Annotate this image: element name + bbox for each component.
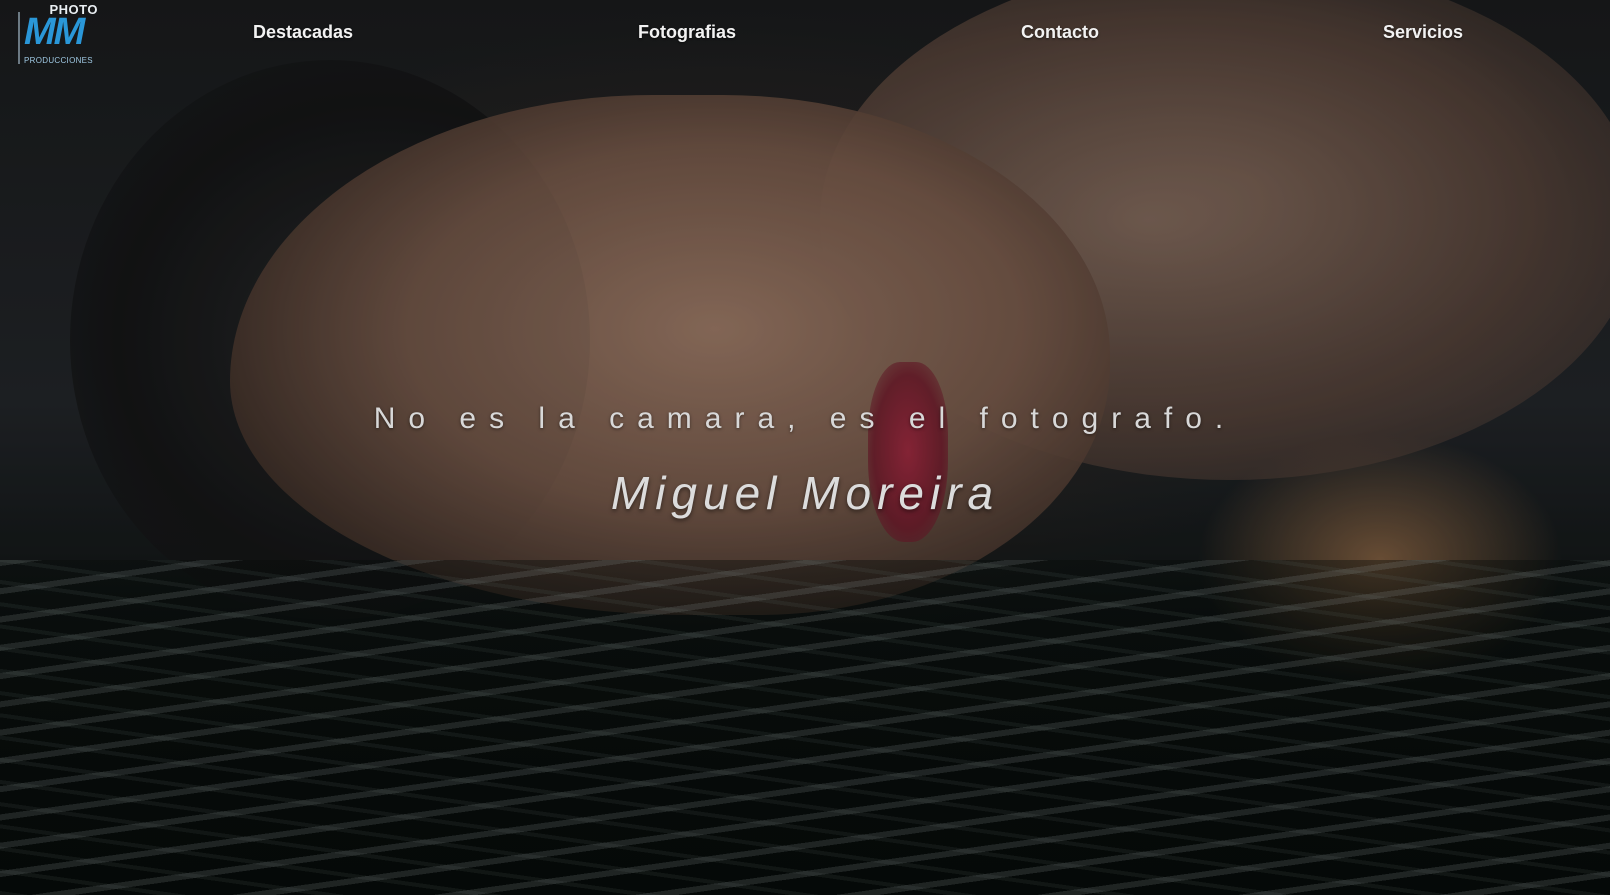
nav-item-contacto[interactable]: Contacto [1021,22,1099,43]
main-nav: Destacadas Fotografias Contacto Servicio… [0,22,1610,50]
hero-photographer-name: Miguel Moreira [610,467,1000,519]
nav-item-servicios[interactable]: Servicios [1383,22,1463,43]
nav-item-fotografias[interactable]: Fotografias [638,22,736,43]
nav-item-destacadas[interactable]: Destacadas [253,22,353,43]
hero-overlay [0,0,1610,895]
logo-bottom-text: PRODUCCIONES [24,56,93,65]
hero-background-photo [0,0,1610,895]
hero-tagline: No es la camara, es el fotografo. [373,402,1237,435]
